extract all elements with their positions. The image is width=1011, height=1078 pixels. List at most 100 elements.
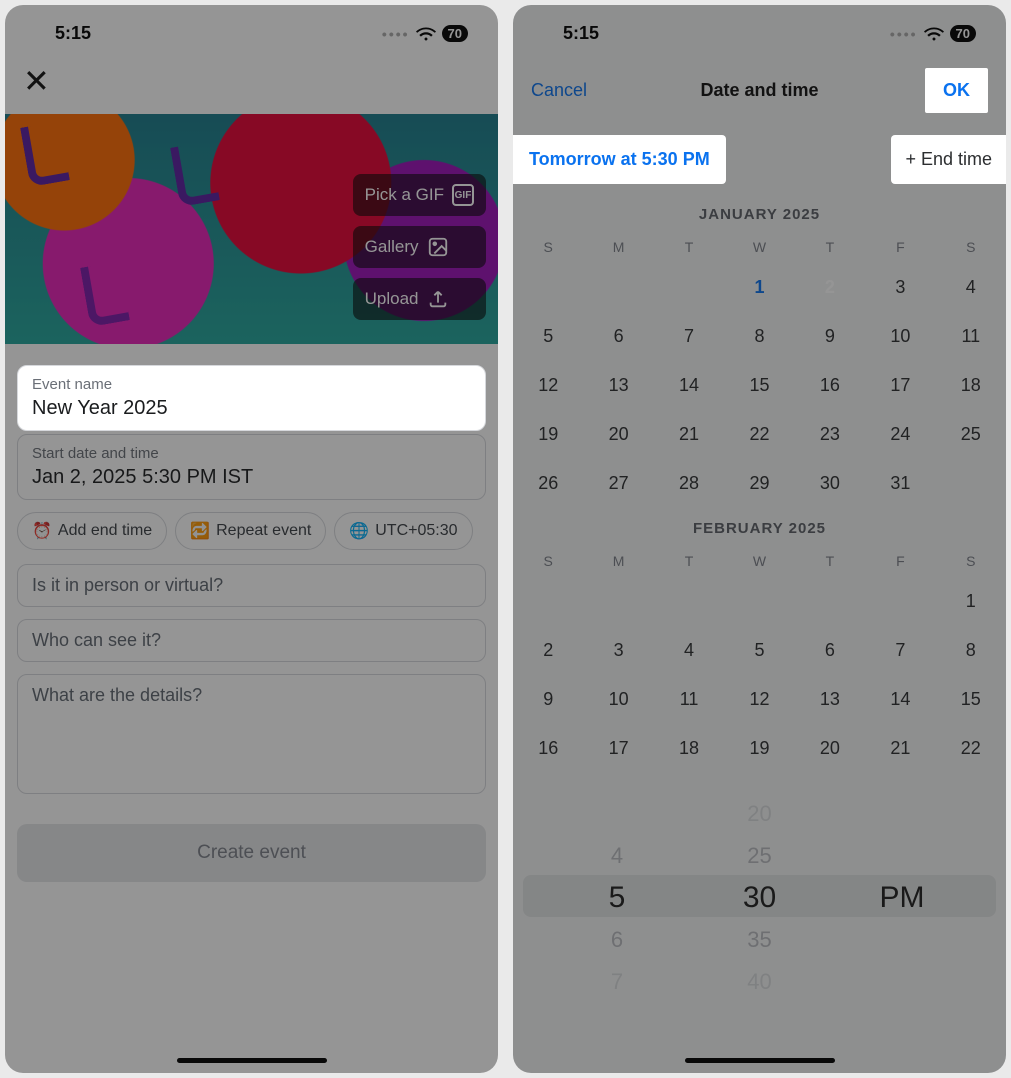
location-placeholder: Is it in person or virtual? [32,575,471,596]
date-cell[interactable]: 16 [795,361,865,410]
date-cell[interactable]: 26 [513,459,583,508]
close-icon[interactable]: ✕ [23,63,50,99]
ampm-column[interactable]: PM [833,793,971,993]
date-cell[interactable]: 25 [936,410,1006,459]
date-cell[interactable]: 18 [936,361,1006,410]
pick-gif-button[interactable]: Pick a GIF GIF [353,174,486,216]
date-cell[interactable]: 19 [513,410,583,459]
time-wheel-picker[interactable]: 4567 2025303540 PM [513,793,1006,993]
date-cell[interactable]: 11 [936,312,1006,361]
date-cell[interactable]: 31 [865,459,935,508]
date-cell[interactable]: 15 [724,361,794,410]
add-end-time-pill[interactable]: + End time [891,135,1006,184]
home-indicator[interactable] [685,1058,835,1063]
date-cell[interactable]: 6 [583,312,653,361]
minute-column[interactable]: 2025303540 [690,793,828,993]
picker-value: 35 [690,919,828,961]
cellular-dots-icon: •••• [382,26,410,42]
details-field[interactable]: What are the details? [17,674,486,794]
date-cell[interactable]: 7 [865,626,935,675]
date-cell[interactable]: 4 [654,626,724,675]
date-cell[interactable]: 30 [795,459,865,508]
weekday-label: S [936,231,1006,263]
cancel-button[interactable]: Cancel [531,80,587,101]
date-cell[interactable]: 8 [936,626,1006,675]
date-cell[interactable]: 10 [865,312,935,361]
date-cell[interactable]: 5 [513,312,583,361]
hour-column[interactable]: 4567 [548,793,686,993]
create-event-button[interactable]: Create event [17,824,486,882]
home-indicator[interactable] [177,1058,327,1063]
event-name-field[interactable]: Event name New Year 2025 [17,365,486,431]
date-cell[interactable]: 2 [795,263,865,312]
date-cell[interactable]: 24 [865,410,935,459]
date-cell[interactable]: 9 [513,675,583,724]
upload-button[interactable]: Upload [353,278,486,320]
privacy-field[interactable]: Who can see it? [17,619,486,662]
date-cell[interactable]: 29 [724,459,794,508]
add-end-time-chip[interactable]: ⏰ Add end time [17,512,167,550]
upload-icon [427,288,449,310]
date-cell[interactable]: 16 [513,724,583,773]
date-cell[interactable]: 22 [936,724,1006,773]
page-title: Date and time [700,80,818,101]
date-cell[interactable]: 1 [724,263,794,312]
gallery-button[interactable]: Gallery [353,226,486,268]
date-cell[interactable]: 20 [795,724,865,773]
date-cell[interactable]: 5 [724,626,794,675]
date-cell[interactable]: 13 [583,361,653,410]
date-cell[interactable]: 8 [724,312,794,361]
date-cell[interactable]: 4 [936,263,1006,312]
start-datetime-field[interactable]: Start date and time Jan 2, 2025 5:30 PM … [17,434,486,500]
date-cell[interactable]: 17 [865,361,935,410]
date-cell[interactable]: 21 [865,724,935,773]
date-cell[interactable]: 19 [724,724,794,773]
weekday-label: T [654,545,724,577]
weekday-label: M [583,545,653,577]
date-cell[interactable]: 21 [654,410,724,459]
date-cell[interactable]: 14 [865,675,935,724]
date-cell[interactable]: 1 [936,577,1006,626]
picker-value: PM [833,877,971,919]
privacy-placeholder: Who can see it? [32,630,471,651]
date-cell[interactable]: 11 [654,675,724,724]
picker-value: 30 [690,877,828,919]
calendar: JANUARY 2025SMTWTFS...123456789101112131… [513,206,1006,773]
date-cell[interactable]: 22 [724,410,794,459]
date-cell[interactable]: 12 [513,361,583,410]
date-cell[interactable]: 15 [936,675,1006,724]
timezone-chip[interactable]: 🌐 UTC+05:30 [334,512,472,550]
date-cell[interactable]: 23 [795,410,865,459]
location-field[interactable]: Is it in person or virtual? [17,564,486,607]
date-cell[interactable]: 7 [654,312,724,361]
date-cell[interactable]: 12 [724,675,794,724]
date-cell[interactable]: 6 [795,626,865,675]
date-cell[interactable]: 10 [583,675,653,724]
alarm-icon: ⏰ [32,521,52,541]
weekday-label: T [795,545,865,577]
gallery-label: Gallery [365,237,419,257]
gif-icon: GIF [452,184,474,206]
battery-icon: 70 [442,25,468,42]
date-cell[interactable]: 17 [583,724,653,773]
date-cell[interactable]: 13 [795,675,865,724]
date-row: 19202122232425 [513,410,1006,459]
picker-value: 20 [690,793,828,835]
date-cell[interactable]: 18 [654,724,724,773]
picker-value: 25 [690,835,828,877]
date-cell[interactable]: 9 [795,312,865,361]
date-cell[interactable]: 28 [654,459,724,508]
date-cell[interactable]: 14 [654,361,724,410]
option-chip-row: ⏰ Add end time 🔁 Repeat event 🌐 UTC+05:3… [17,512,486,550]
date-row: 9101112131415 [513,675,1006,724]
add-end-time-label: Add end time [58,522,152,540]
date-cell[interactable]: 3 [583,626,653,675]
date-cell[interactable]: 3 [865,263,935,312]
date-cell[interactable]: 27 [583,459,653,508]
date-cell[interactable]: 2 [513,626,583,675]
repeat-event-chip[interactable]: 🔁 Repeat event [175,512,326,550]
start-datetime-value: Jan 2, 2025 5:30 PM IST [32,466,471,489]
start-time-pill[interactable]: Tomorrow at 5:30 PM [513,135,726,184]
date-cell[interactable]: 20 [583,410,653,459]
ok-button[interactable]: OK [925,68,988,113]
